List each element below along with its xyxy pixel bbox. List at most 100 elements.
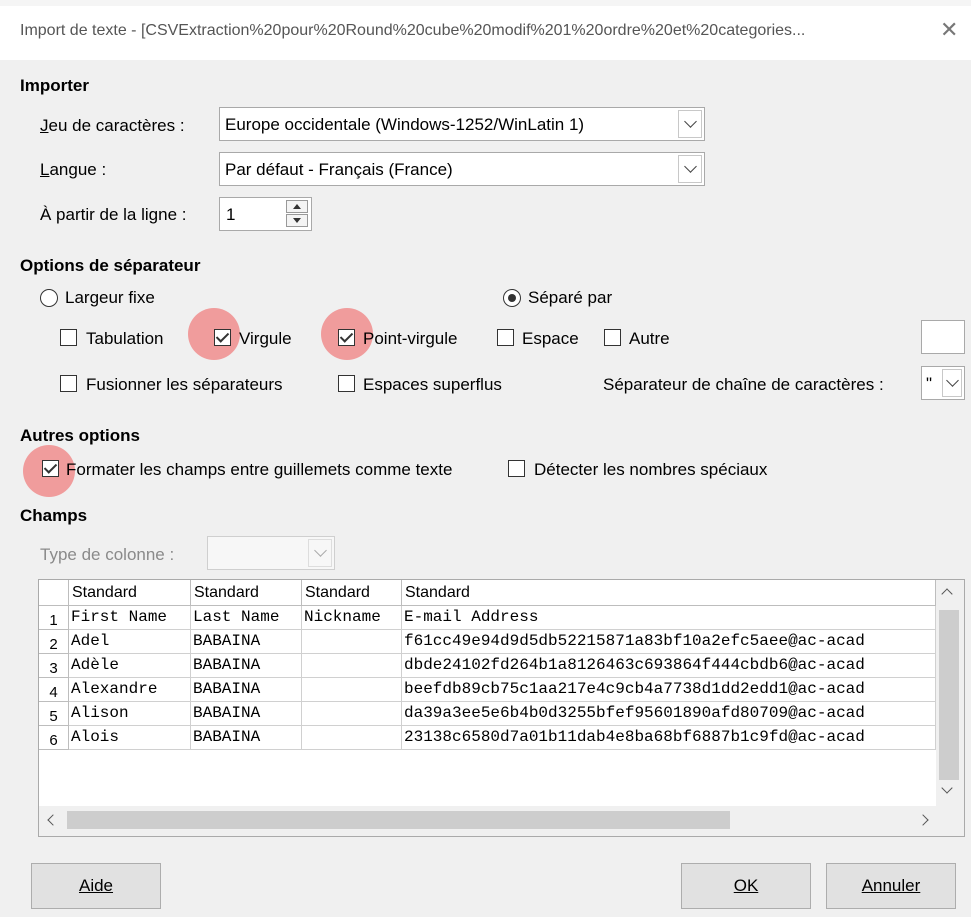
preview-grid[interactable]: Standard Standard Standard Standard 1 Fir… [38,579,965,837]
row-number: 2 [39,630,69,654]
trim-spaces-checkbox[interactable] [338,375,355,392]
ok-button[interactable]: OK [681,863,811,909]
string-delimiter-label: Séparateur de chaîne de caractères : [603,375,884,394]
table-cell: Adèle [69,654,191,678]
row-number: 5 [39,702,69,726]
quoted-as-text-checkbox[interactable] [42,460,59,477]
table-cell: Alison [69,702,191,726]
row-number: 4 [39,678,69,702]
charset-label: Jeu de caractères : [40,116,185,135]
row-number: 3 [39,654,69,678]
language-label: Langue : [40,160,107,179]
horizontal-scrollbar[interactable] [39,806,964,836]
detect-special-numbers-label: Détecter les nombres spéciaux [534,460,768,479]
spin-up-icon[interactable] [286,200,308,213]
space-checkbox[interactable] [497,329,514,346]
separated-by-radio[interactable] [503,289,521,307]
table-cell: E-mail Address [402,606,936,630]
detect-special-numbers-checkbox[interactable] [508,460,525,477]
table-cell: First Name [69,606,191,630]
table-cell: dbde24102fd264b1a8126463c693864f444cbdb6… [402,654,936,678]
column-type-dropdown[interactable] [207,536,335,570]
table-cell [302,678,402,702]
table-cell: 23138c6580d7a01b11dab4e8ba68bf6887b1c9fd… [402,726,936,750]
cancel-button[interactable]: Annuler [826,863,956,909]
table-cell: BABAINA [191,702,302,726]
table-cell: BABAINA [191,726,302,750]
help-button[interactable]: Aide [31,863,161,909]
table-cell: BABAINA [191,678,302,702]
vertical-scroll-thumb[interactable] [939,610,959,780]
spin-down-icon[interactable] [286,214,308,227]
window-title: Import de texte - [CSVExtraction%20pour%… [20,22,806,39]
help-button-label: Aide [78,876,114,895]
column-header[interactable]: Standard [191,580,302,606]
space-label: Espace [522,329,579,348]
language-dropdown[interactable]: Par défaut - Français (France) [219,152,705,186]
table-cell: Adel [69,630,191,654]
top-edge [0,0,971,6]
table-cell: Alexandre [69,678,191,702]
close-icon[interactable]: ✕ [940,17,958,43]
trim-spaces-label: Espaces superflus [363,375,502,394]
vertical-scrollbar[interactable] [936,580,964,806]
fields-heading: Champs [20,506,88,525]
charset-dropdown[interactable]: Europe occidentale (Windows-1252/WinLati… [219,107,705,141]
table-cell: Alois [69,726,191,750]
comma-checkbox[interactable] [214,329,231,346]
ok-button-label: OK [733,876,759,895]
from-line-label: À partir de la ligne : [40,205,187,224]
other-separator-input[interactable] [921,320,965,354]
scroll-up-icon[interactable] [940,584,953,600]
column-type-label: Type de colonne : [40,545,175,564]
charset-value: Europe occidentale (Windows-1252/WinLati… [225,115,585,134]
table-cell: Last Name [191,606,302,630]
string-delimiter-value: " [926,374,933,393]
column-header[interactable]: Standard [302,580,402,606]
row-number: 1 [39,606,69,630]
other-checkbox[interactable] [604,329,621,346]
column-header[interactable]: Standard [402,580,936,606]
table-cell: da39a3ee5e6b4b0d3255bfef95601890afd80709… [402,702,936,726]
column-header[interactable]: Standard [69,580,191,606]
scroll-left-icon[interactable] [47,814,59,826]
fixed-width-radio[interactable] [40,289,58,307]
semicolon-label: Point-virgule [363,329,458,348]
string-delimiter-dropdown[interactable]: " [921,366,965,400]
comma-label: Virgule [239,329,292,348]
quoted-as-text-label: Formater les champs entre guillemets com… [66,460,453,479]
cancel-button-label: Annuler [861,876,921,895]
grid-corner [39,580,69,606]
separated-by-label: Séparé par [528,288,613,307]
table-cell: BABAINA [191,630,302,654]
from-line-spinbox[interactable]: 1 [219,197,312,231]
separator-heading: Options de séparateur [20,256,201,275]
tab-checkbox[interactable] [60,329,77,346]
chevron-down-icon[interactable] [678,155,702,183]
other-label: Autre [629,329,670,348]
table-cell: BABAINA [191,654,302,678]
table-cell [302,630,402,654]
from-line-value: 1 [226,205,236,224]
table-cell [302,654,402,678]
table-cell: Nickname [302,606,402,630]
chevron-down-icon[interactable] [678,110,702,138]
table-cell: beefdb89cb75c1aa217e4c9cb4a7738d1dd2edd1… [402,678,936,702]
semicolon-checkbox[interactable] [338,329,355,346]
importer-heading: Importer [20,76,89,95]
chevron-down-icon[interactable] [308,539,332,567]
tab-label: Tabulation [86,329,164,348]
fixed-width-label: Largeur fixe [65,288,155,307]
table-cell [302,726,402,750]
other-options-heading: Autres options [20,426,140,445]
table-cell [302,702,402,726]
merge-delimiters-checkbox[interactable] [60,375,77,392]
merge-delimiters-label: Fusionner les séparateurs [86,375,283,394]
table-cell: f61cc49e94d9d5db52215871a83bf10a2efc5aee… [402,630,936,654]
chevron-down-icon[interactable] [942,369,962,397]
language-value: Par défaut - Français (France) [225,160,453,179]
scroll-right-icon[interactable] [917,814,929,826]
horizontal-scroll-thumb[interactable] [67,811,730,829]
scroll-down-icon[interactable] [940,782,953,796]
row-number: 6 [39,726,69,750]
